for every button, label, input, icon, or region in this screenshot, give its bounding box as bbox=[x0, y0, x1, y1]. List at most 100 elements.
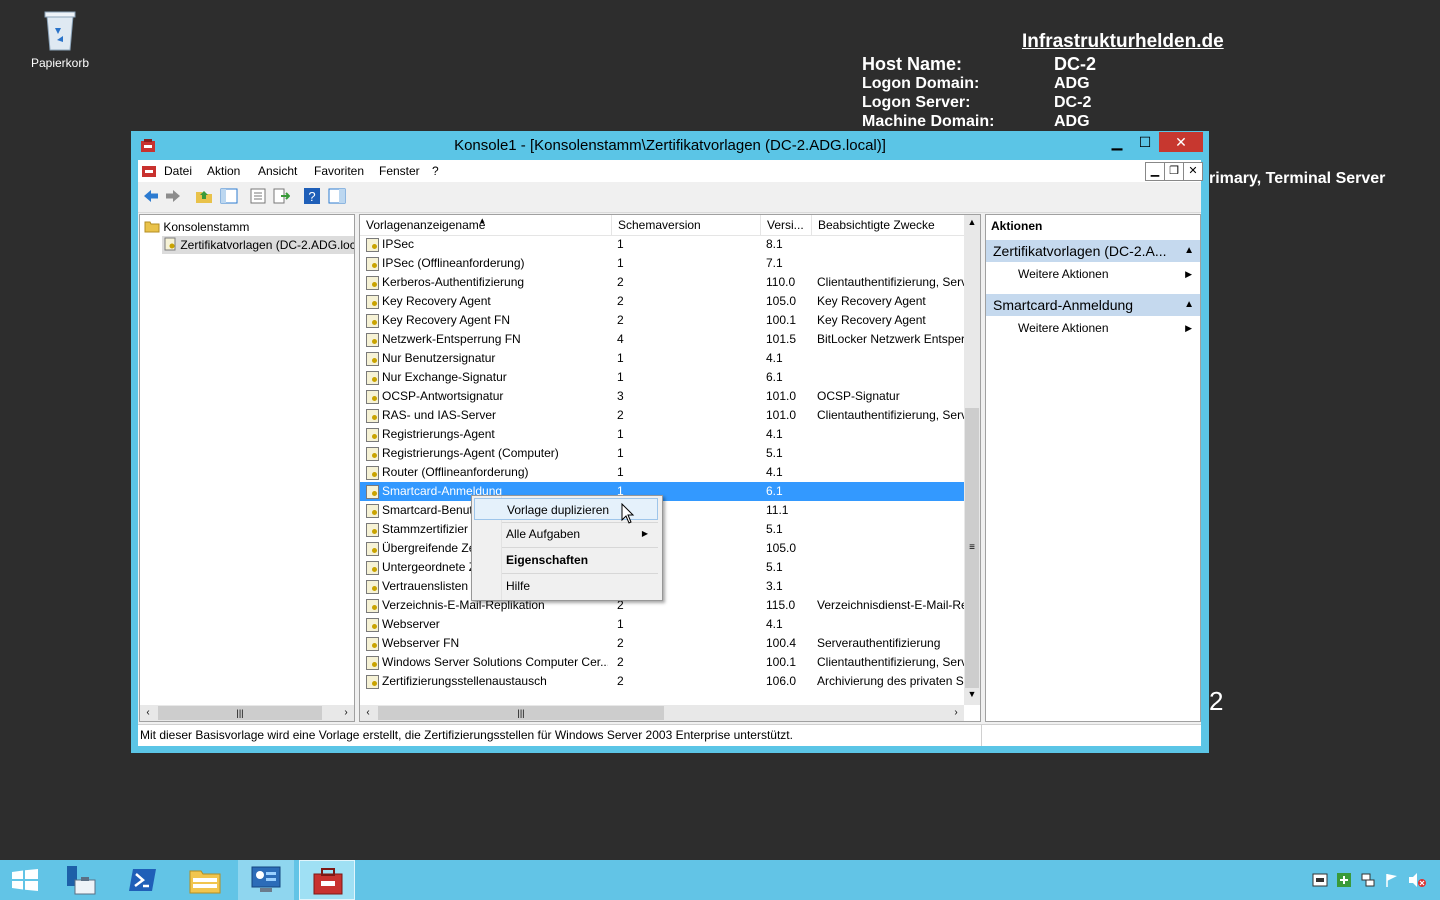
tree-item-certificate-templates[interactable]: Zertifikatvorlagen (DC-2.ADG.local) bbox=[162, 236, 354, 254]
certificate-template-icon bbox=[164, 237, 176, 251]
tray-shield-icon[interactable] bbox=[1336, 872, 1352, 888]
list-vscrollbar[interactable]: ▲ ≡ ▼ bbox=[964, 215, 980, 705]
child-minimize-button[interactable]: ▁ bbox=[1145, 162, 1165, 181]
menu-item-help[interactable]: Hilfe bbox=[474, 575, 658, 597]
show-action-pane-icon[interactable] bbox=[328, 187, 346, 205]
column-header-purpose[interactable]: Beabsichtigte Zwecke bbox=[812, 215, 964, 235]
minimize-button[interactable]: ▁ bbox=[1103, 132, 1131, 152]
bginfo-label: Host Name: bbox=[862, 54, 963, 74]
table-row[interactable]: Key Recovery Agent FN 2 100.1 Key Recovery … bbox=[360, 311, 964, 330]
scroll-up-button[interactable]: ▲ bbox=[964, 217, 980, 231]
taskbar-server-manager[interactable] bbox=[53, 860, 109, 900]
menu-datei[interactable]: Datei bbox=[164, 164, 192, 178]
scroll-right-button[interactable]: › bbox=[338, 705, 354, 721]
certificate-template-icon bbox=[366, 352, 379, 366]
scroll-right-button[interactable]: › bbox=[948, 705, 964, 721]
certificate-template-icon bbox=[366, 656, 379, 670]
tray-volume-muted-icon[interactable] bbox=[1408, 872, 1426, 888]
table-row[interactable]: Key Recovery Agent 2 105.0 Key Recovery Age… bbox=[360, 292, 964, 311]
schema-version-cell: 2 bbox=[617, 408, 624, 422]
taskbar-mmc-console[interactable] bbox=[299, 860, 355, 900]
scroll-left-button[interactable]: ‹ bbox=[140, 705, 156, 721]
scroll-left-button[interactable]: ‹ bbox=[360, 705, 376, 721]
column-header-version[interactable]: Versi... bbox=[761, 215, 812, 235]
tray-keyboard-icon[interactable] bbox=[1312, 873, 1328, 887]
scroll-down-button[interactable]: ▼ bbox=[964, 689, 980, 703]
table-row[interactable]: Kerberos-Authentifizierung 2 110.0 Clientau… bbox=[360, 273, 964, 292]
certificate-template-icon bbox=[366, 371, 379, 385]
table-row[interactable]: Registrierungs-Agent (Computer) 1 5.1 bbox=[360, 444, 964, 463]
table-row[interactable]: Router (Offlineanforderung) 1 4.1 bbox=[360, 463, 964, 482]
recycle-bin-shortcut[interactable]: Papierkorb bbox=[28, 8, 92, 70]
properties-list-icon[interactable] bbox=[249, 187, 267, 205]
table-row[interactable]: IPSec 1 8.1 bbox=[360, 235, 964, 254]
schema-version-cell: 1 bbox=[617, 446, 624, 460]
table-row[interactable]: RAS- und IAS-Server 2 101.0 Clientauthentif… bbox=[360, 406, 964, 425]
console-icon[interactable] bbox=[141, 163, 157, 179]
purpose-cell: OCSP-Signatur bbox=[817, 389, 900, 403]
tree-root-label: Konsolenstamm bbox=[163, 220, 250, 234]
table-row[interactable]: IPSec (Offlineanforderung) 1 7.1 bbox=[360, 254, 964, 273]
title-bar[interactable]: Konsole1 - [Konsolenstamm\Zertifikatvorl… bbox=[131, 131, 1209, 160]
show-hide-tree-icon[interactable] bbox=[220, 187, 238, 205]
action-more-actions-2[interactable]: Weitere Aktionen ▶ bbox=[986, 318, 1200, 338]
table-row[interactable]: Windows Server Solutions Computer Cer...… bbox=[360, 653, 964, 672]
back-icon[interactable] bbox=[142, 187, 160, 205]
table-row[interactable]: Nur Exchange-Signatur 1 6.1 bbox=[360, 368, 964, 387]
submenu-arrow-icon: ▶ bbox=[1185, 323, 1192, 333]
taskbar-powershell[interactable] bbox=[115, 860, 171, 900]
menu-ansicht[interactable]: Ansicht bbox=[258, 164, 297, 178]
tree-hscrollbar[interactable]: ‹ ||| › bbox=[140, 705, 354, 721]
menu-aktion[interactable]: Aktion bbox=[207, 164, 240, 178]
action-group-smartcard[interactable]: Smartcard-Anmeldung ▲ bbox=[986, 294, 1200, 316]
template-name-cell: Netzwerk-Entsperrung FN bbox=[382, 332, 521, 346]
menu-fenster[interactable]: Fenster bbox=[379, 164, 420, 178]
taskbar-control-panel[interactable] bbox=[238, 860, 294, 900]
menu-help[interactable]: ? bbox=[432, 164, 439, 178]
menu-item-properties[interactable]: Eigenschaften bbox=[474, 549, 658, 571]
table-row[interactable]: Registrierungs-Agent 1 4.1 bbox=[360, 425, 964, 444]
up-folder-icon[interactable] bbox=[195, 187, 213, 205]
table-row[interactable]: Netzwerk-Entsperrung FN 4 101.5 BitLocker N… bbox=[360, 330, 964, 349]
template-name-cell: Key Recovery Agent FN bbox=[382, 313, 511, 327]
purpose-cell: Clientauthentifizierung, Serv bbox=[817, 408, 964, 422]
bginfo-label: Machine Domain: bbox=[862, 113, 995, 130]
forward-icon[interactable] bbox=[164, 187, 182, 205]
help-icon[interactable]: ? bbox=[303, 187, 321, 205]
tray-network-icon[interactable] bbox=[1360, 872, 1376, 888]
start-button[interactable] bbox=[0, 860, 56, 900]
table-row[interactable]: Zertifizierungsstellenaustausch 2 106.0 Arc… bbox=[360, 672, 964, 691]
certificate-template-icon bbox=[366, 637, 379, 651]
child-restore-button[interactable]: ❐ bbox=[1164, 162, 1184, 181]
purpose-cell: Serverauthentifizierung bbox=[817, 636, 941, 650]
bginfo-row: Host Name: DC-2 bbox=[862, 54, 1096, 75]
table-row[interactable]: Nur Benutzersignatur 1 4.1 bbox=[360, 349, 964, 368]
scroll-thumb[interactable]: ||| bbox=[158, 706, 322, 720]
child-close-button[interactable]: ✕ bbox=[1183, 162, 1203, 181]
tree-root[interactable]: Konsolenstamm bbox=[144, 218, 249, 236]
table-row[interactable]: OCSP-Antwortsignatur 3 101.0 OCSP-Signatur bbox=[360, 387, 964, 406]
schema-version-cell: 1 bbox=[617, 617, 624, 631]
file-explorer-icon bbox=[189, 870, 221, 894]
column-header-name[interactable]: Vorlagenanzeigename ▴ bbox=[360, 215, 612, 235]
menu-item-all-tasks[interactable]: Alle Aufgaben ▶ bbox=[474, 523, 658, 545]
version-cell: 8.1 bbox=[766, 237, 783, 251]
export-list-icon[interactable] bbox=[272, 187, 290, 205]
template-name-cell: Registrierungs-Agent (Computer) bbox=[382, 446, 559, 460]
column-header-schema[interactable]: Schemaversion bbox=[612, 215, 761, 235]
action-group-certificate-templates[interactable]: Zertifikatvorlagen (DC-2.A... ▲ bbox=[986, 240, 1200, 262]
list-hscrollbar[interactable]: ‹ ||| › bbox=[360, 705, 964, 721]
version-cell: 105.0 bbox=[766, 541, 797, 555]
action-more-actions-1[interactable]: Weitere Aktionen ▶ bbox=[986, 264, 1200, 284]
table-row[interactable]: Webserver FN 2 100.4 Serverauthentifizierun… bbox=[360, 634, 964, 653]
bginfo-row: Logon Domain: ADG bbox=[862, 75, 1090, 93]
table-row[interactable]: Webserver 1 4.1 bbox=[360, 615, 964, 634]
scroll-thumb[interactable]: ||| bbox=[378, 706, 664, 720]
taskbar-file-explorer[interactable] bbox=[177, 860, 233, 900]
version-cell: 6.1 bbox=[766, 370, 783, 384]
scroll-thumb[interactable]: ≡ bbox=[965, 408, 979, 688]
tray-action-center-flag-icon[interactable] bbox=[1384, 872, 1400, 888]
menu-favoriten[interactable]: Favoriten bbox=[314, 164, 364, 178]
close-button[interactable]: ✕ bbox=[1159, 132, 1203, 152]
maximize-button[interactable]: ☐ bbox=[1131, 132, 1159, 152]
